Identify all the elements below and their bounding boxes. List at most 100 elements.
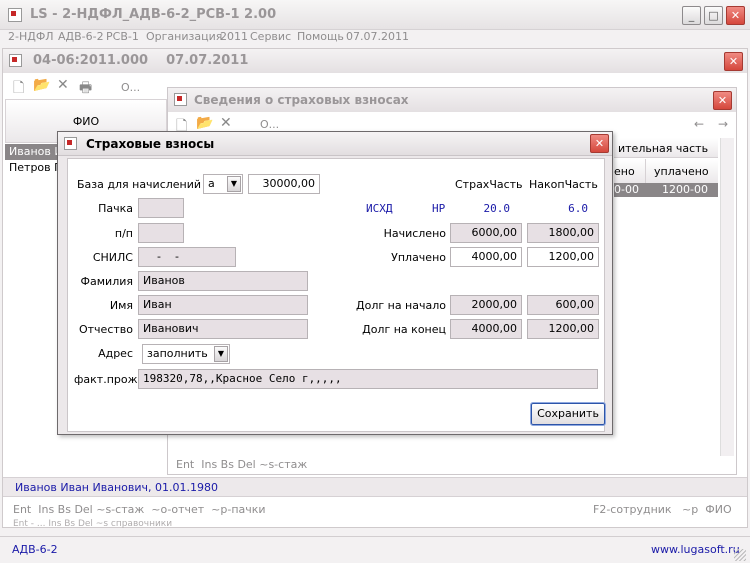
charged-strah-field[interactable]: 6000,00	[450, 223, 522, 243]
report-icon	[9, 54, 22, 67]
app-titlebar: LS - 2-НДФЛ_АДВ-6-2_РСВ-1 2.00 _ □ ✕	[0, 0, 750, 30]
chevron-down-icon[interactable]: ▼	[227, 176, 241, 192]
save-button[interactable]: Сохранить	[530, 402, 606, 426]
rate-strah: 20.0	[483, 202, 511, 215]
employee-name: Петров П	[9, 161, 63, 174]
debt-end-nakop-field[interactable]: 1200,00	[527, 319, 599, 339]
dialog-close-button[interactable]: ✕	[590, 134, 609, 153]
person-info: Иванов Иван Иванович, 01.01.1980	[15, 481, 218, 494]
new-document-icon[interactable]: 🗋	[13, 77, 24, 101]
menu-year[interactable]: 2011	[220, 30, 248, 43]
cell-paid: 1200-00	[662, 183, 708, 196]
paid-nakop-field[interactable]: 1200,00	[527, 247, 599, 267]
dialog-titlebar: Страховые взносы ✕	[58, 132, 612, 156]
report-hotkeys: Ent Ins Bs Del ~s-стаж ~o-отчет ~p-пачки	[13, 503, 266, 516]
header-group-label: ительная часть	[618, 142, 709, 155]
print-icon[interactable]: 🖶	[79, 77, 92, 101]
column-charged-header: ено	[614, 159, 646, 183]
imya-field[interactable]: Иван	[138, 295, 308, 315]
col-strah-header: СтрахЧасть	[455, 178, 523, 191]
resize-grip-icon[interactable]	[734, 549, 746, 561]
fakt-label: факт.прож	[74, 373, 138, 386]
insurance-info-titlebar: Сведения о страховых взносах ✕	[168, 88, 736, 112]
close-button[interactable]: ✕	[726, 6, 745, 25]
menu-organization[interactable]: Организация	[146, 30, 222, 43]
report-toolbar-more[interactable]: О...	[121, 81, 140, 94]
menu-bar: 2-НДФЛ АДВ-6-2 РСВ-1 Организация 2011 Се…	[0, 28, 750, 46]
menu-help[interactable]: Помощь	[297, 30, 344, 43]
dialog-form-panel: База для начислений а ▼ 30000,00 Пачка п…	[67, 158, 606, 432]
otchestvo-field[interactable]: Иванович	[138, 319, 308, 339]
adres-label: Адрес	[98, 347, 133, 360]
charged-label: Начислено	[383, 227, 446, 240]
debt-end-label: Долг на конец	[362, 323, 446, 336]
col-nakop-header: НакопЧасть	[529, 178, 598, 191]
chevron-down-icon[interactable]: ▼	[214, 346, 228, 362]
cell-charged: 0-00	[614, 183, 639, 196]
fio-header-label: ФИО	[72, 115, 100, 128]
isxd-label: ИСХД	[366, 202, 393, 215]
dialog-icon	[64, 137, 77, 150]
maximize-button[interactable]: □	[704, 6, 723, 25]
employee-name: Иванов И	[9, 145, 63, 158]
minimize-button[interactable]: _	[682, 6, 701, 25]
familiya-field[interactable]: Иванов	[138, 271, 308, 291]
menu-service[interactable]: Сервис	[250, 30, 291, 43]
menu-ndfl[interactable]: 2-НДФЛ	[8, 30, 54, 43]
report-hotkeys-bottom: Ent - ... Ins Bs Del ~s справочники	[13, 519, 173, 528]
pp-field[interactable]	[138, 223, 184, 243]
report-title: 04-06:2011.000 07.07.2011	[33, 53, 249, 68]
adres-select[interactable]: заполнить ▼	[142, 344, 230, 364]
app-icon	[8, 8, 22, 22]
menu-date: 07.07.2011	[346, 30, 409, 43]
pachka-label: Пачка	[98, 202, 133, 215]
insurance-toolbar-more[interactable]: О...	[260, 118, 279, 131]
report-close-button[interactable]: ✕	[724, 52, 743, 71]
insurance-info-title: Сведения о страховых взносах	[194, 93, 409, 107]
familiya-label: Фамилия	[80, 275, 133, 288]
charged-nakop-field[interactable]: 1800,00	[527, 223, 599, 243]
debt-start-nakop-field[interactable]: 600,00	[527, 295, 599, 315]
insurance-info-icon	[174, 93, 187, 106]
otchestvo-label: Отчество	[78, 323, 133, 336]
status-right[interactable]: www.lugasoft.ru	[651, 543, 740, 556]
debt-start-label: Долг на начало	[356, 299, 446, 312]
rate-nakop: 6.0	[568, 202, 588, 215]
snils-label: СНИЛС	[92, 251, 133, 264]
arrow-right-icon[interactable]: →	[718, 117, 728, 131]
debt-start-strah-field[interactable]: 2000,00	[450, 295, 522, 315]
snils-field[interactable]: - -	[138, 247, 236, 267]
table-header-group: ительная часть	[614, 138, 718, 158]
arrow-left-icon[interactable]: ←	[694, 117, 704, 131]
insurance-hotkeys: Ent Ins Bs Del ~s-стаж	[176, 458, 308, 471]
table-row[interactable]: 0-00 1200-00	[614, 183, 718, 197]
vertical-scrollbar[interactable]	[720, 138, 734, 456]
delete-icon[interactable]: ✕	[57, 77, 69, 93]
menu-rsv[interactable]: РСВ-1	[106, 30, 139, 43]
status-left: АДВ-6-2	[12, 543, 58, 556]
base-code-field[interactable]: а ▼	[203, 174, 243, 194]
report-titlebar: 04-06:2011.000 07.07.2011 ✕	[3, 49, 747, 73]
base-value-field[interactable]: 30000,00	[248, 174, 320, 194]
dialog-title: Страховые взносы	[86, 137, 215, 151]
imya-label: Имя	[109, 299, 133, 312]
insurance-info-close-button[interactable]: ✕	[713, 91, 732, 110]
pachka-field[interactable]	[138, 198, 184, 218]
app-title: LS - 2-НДФЛ_АДВ-6-2_РСВ-1 2.00	[30, 7, 277, 22]
paid-label: Уплачено	[391, 251, 446, 264]
open-folder-icon[interactable]: 📂	[196, 115, 213, 131]
column-paid-header: уплачено	[646, 159, 718, 183]
insurance-dialog: Страховые взносы ✕ База для начислений а…	[57, 131, 613, 435]
fakt-address-field[interactable]: 198320,78,,Красное Село г,,,,,	[138, 369, 598, 389]
person-info-bar: Иванов Иван Иванович, 01.01.1980	[3, 477, 747, 497]
menu-adv[interactable]: АДВ-6-2	[58, 30, 104, 43]
delete-icon[interactable]: ✕	[220, 115, 232, 131]
paid-strah-field[interactable]: 4000,00	[450, 247, 522, 267]
pp-label: п/п	[114, 227, 133, 240]
app-statusbar: АДВ-6-2 www.lugasoft.ru	[0, 536, 750, 563]
open-folder-icon[interactable]: 📂	[33, 77, 50, 93]
base-label: База для начислений	[77, 178, 202, 191]
np-label: НР	[432, 202, 446, 215]
debt-end-strah-field[interactable]: 4000,00	[450, 319, 522, 339]
report-hotkeys-right: F2-сотрудник ~p ФИО	[593, 503, 732, 516]
